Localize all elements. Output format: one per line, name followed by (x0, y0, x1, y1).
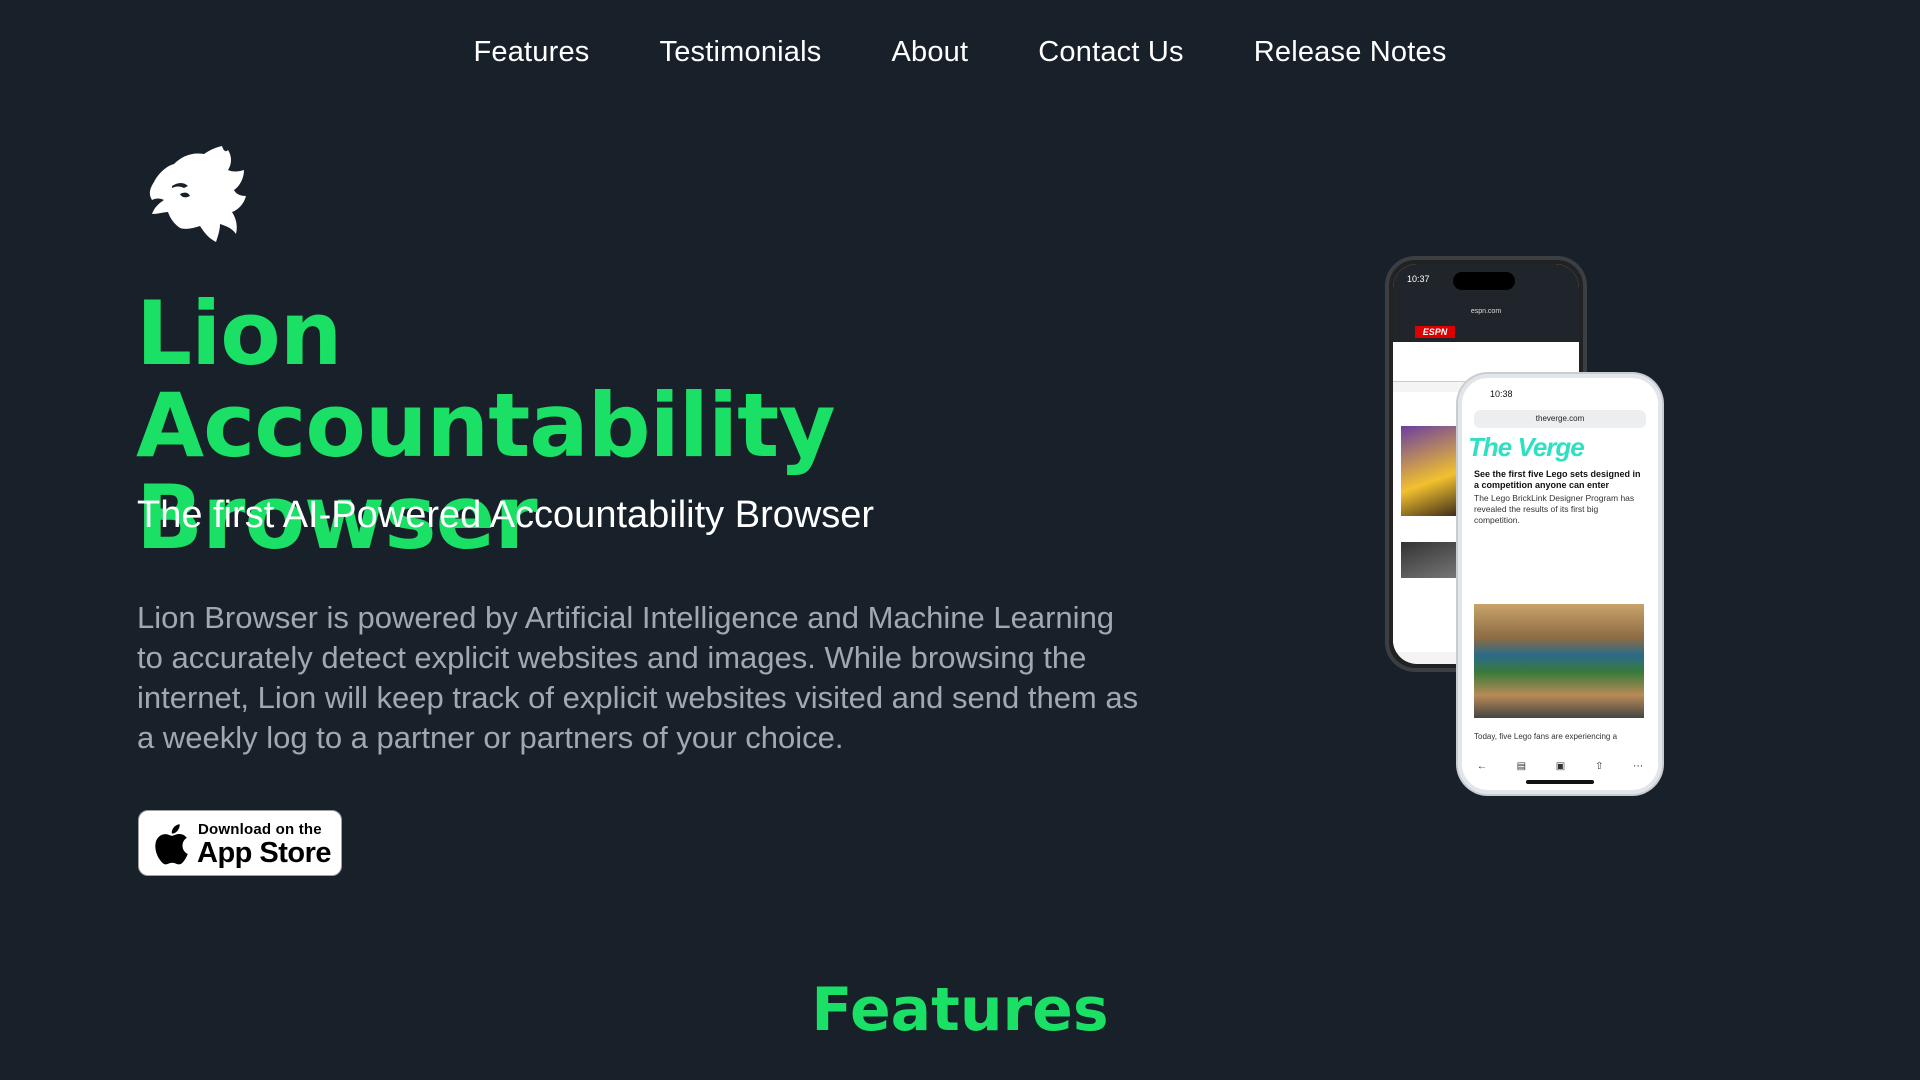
hero-description: Lion Browser is powered by Artificial In… (137, 600, 1139, 755)
nav-contact-us[interactable]: Contact Us (1038, 36, 1183, 69)
verge-body: The Lego BrickLink Designer Program has … (1474, 493, 1635, 525)
nav-features[interactable]: Features (473, 36, 589, 69)
phone-back-url: espn.com (1393, 302, 1579, 322)
share-icon: ⇧ (1594, 761, 1604, 772)
app-store-big-label: App Store (197, 837, 332, 869)
espn-content (1393, 392, 1463, 652)
lion-head-icon (149, 146, 246, 242)
espn-photo-basketball (1401, 426, 1459, 516)
apple-icon (155, 824, 188, 865)
espn-logo: ESPN (1415, 326, 1455, 338)
phone-back-status-bar: 10:37 (1393, 264, 1579, 302)
verge-caption: Today, five Lego fans are experiencing a (1474, 732, 1618, 741)
verge-lego-photo (1474, 604, 1644, 718)
top-nav: Features Testimonials About Contact Us R… (0, 36, 1920, 69)
dynamic-island (1453, 272, 1515, 290)
home-indicator (1526, 780, 1594, 784)
browser-toolbar: ← ▤ ▣ ⇧ ⋯ (1462, 761, 1658, 772)
phone-mockup-front: 10:38 theverge.com The Verge See the fir… (1458, 374, 1662, 794)
app-store-small-label: Download on the (198, 821, 322, 838)
app-store-button[interactable]: Download on the App Store (138, 810, 342, 876)
tabs-icon: ▣ (1555, 761, 1566, 772)
title-line-1: Lion Accountability (136, 282, 836, 477)
back-arrow-icon: ← (1476, 761, 1487, 772)
espn-header: ESPN (1393, 322, 1579, 342)
verge-logo: The Verge (1468, 432, 1585, 462)
espn-photo-secondary (1401, 542, 1459, 578)
bookmarks-icon: ▤ (1516, 761, 1527, 772)
features-heading: Features (811, 975, 1109, 1045)
phone-back-time: 10:37 (1407, 274, 1430, 284)
phone-front-url: theverge.com (1474, 410, 1646, 428)
hero-subtitle: The first AI-Powered Accountability Brow… (137, 494, 875, 536)
nav-release-notes[interactable]: Release Notes (1254, 36, 1447, 69)
phone-front-status-bar: 10:38 (1462, 378, 1658, 408)
nav-about[interactable]: About (891, 36, 968, 69)
phone-front-time: 10:38 (1490, 389, 1513, 399)
more-icon: ⋯ (1633, 761, 1644, 772)
verge-headline: See the first five Lego sets designed in… (1474, 469, 1641, 490)
nav-testimonials[interactable]: Testimonials (660, 36, 822, 69)
